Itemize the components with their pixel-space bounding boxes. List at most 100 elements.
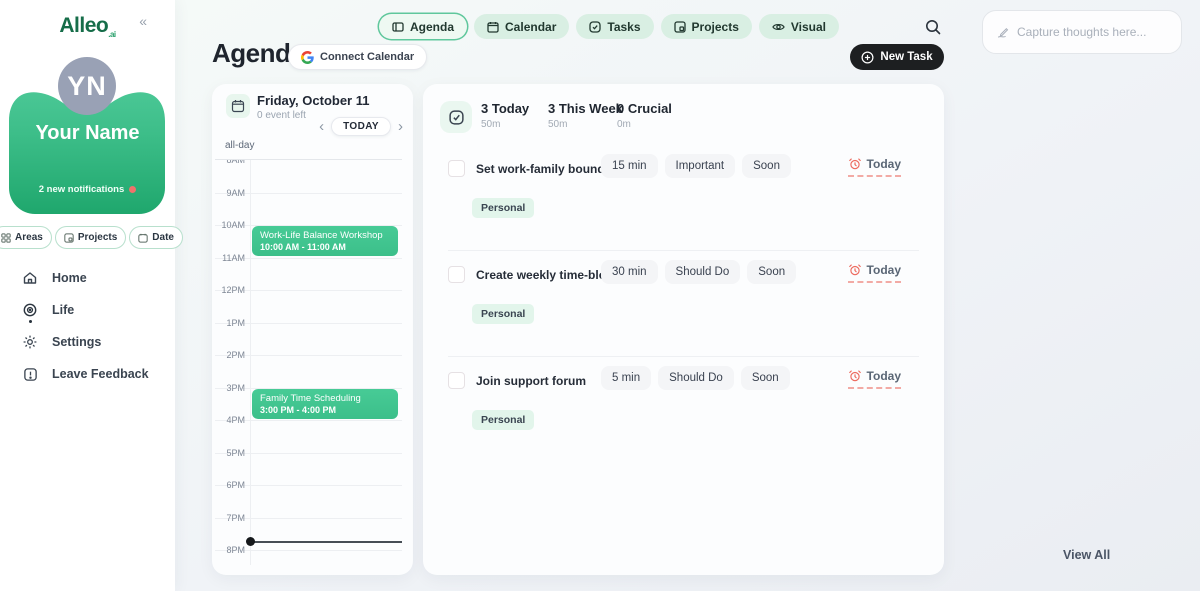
hour-label: 5PM [215, 448, 245, 458]
task-row: Set work-family boundaries 15 min Import… [448, 154, 919, 250]
calendar-grid: 8AM 9AM 10AM 11AM 12PM 1PM 2PM 3PM 4PM 5… [215, 140, 402, 565]
task-checkbox[interactable] [448, 160, 465, 177]
date-label: Date [152, 232, 174, 243]
connect-calendar-label: Connect Calendar [320, 51, 414, 63]
task-checkbox[interactable] [448, 372, 465, 389]
areas-button[interactable]: Areas [0, 226, 52, 249]
stat-crucial: 0 Crucial 0m [617, 101, 672, 130]
urgency-chip[interactable]: Soon [747, 260, 796, 284]
sidebar-item-settings[interactable]: Settings [22, 326, 149, 358]
task-checkbox[interactable] [448, 266, 465, 283]
duration-chip[interactable]: 30 min [601, 260, 658, 284]
stat-today-value: 3 Today [481, 101, 529, 116]
sidebar-collapse-icon[interactable]: « [139, 13, 147, 29]
logo-suffix: .ai [108, 30, 115, 39]
tab-calendar[interactable]: Calendar [474, 14, 569, 39]
new-task-button[interactable]: New Task [850, 44, 944, 70]
task-chips: 30 min Should Do Soon [601, 260, 796, 284]
main-tabs: Agenda Calendar Tasks Projects Visual [379, 14, 839, 39]
due-date[interactable]: Today [848, 369, 901, 389]
event-title: Work-Life Balance Workshop [260, 230, 390, 241]
capture-thoughts-input[interactable] [1017, 25, 1167, 39]
user-card-body [9, 136, 165, 214]
date-calendar-icon [138, 233, 148, 243]
event-time: 3:00 PM - 4:00 PM [260, 405, 390, 415]
personal-tag[interactable]: Personal [472, 304, 534, 324]
hour-label: 4PM [215, 415, 245, 425]
priority-chip[interactable]: Should Do [665, 260, 741, 284]
settings-label: Settings [52, 335, 101, 349]
sidebar: Alleo.ai « YN Your Name 2 new notificati… [0, 0, 175, 591]
check-square-icon [448, 109, 465, 126]
connect-calendar-button[interactable]: Connect Calendar [288, 44, 427, 70]
projects-button[interactable]: Projects [55, 226, 126, 249]
alarm-icon [848, 369, 862, 383]
app-logo: Alleo.ai [0, 14, 175, 39]
tasks-panel: 3 Today 50m 3 This Week 50m 0 Crucial 0m… [423, 84, 944, 575]
calendar-day-icon [231, 99, 245, 113]
active-nav-dot [29, 320, 32, 323]
duration-chip[interactable]: 5 min [601, 366, 651, 390]
pen-icon [997, 26, 1009, 39]
avatar[interactable]: YN [58, 57, 116, 115]
google-icon [301, 51, 314, 64]
prev-day-chevron[interactable]: ‹ [319, 119, 324, 134]
new-task-label: New Task [880, 51, 932, 63]
hour-label: 3PM [215, 383, 245, 393]
hour-label: 12PM [215, 285, 245, 295]
urgency-chip[interactable]: Soon [741, 366, 790, 390]
current-time-dot[interactable] [246, 537, 255, 546]
plus-circle-icon [861, 51, 874, 64]
hour-label: 10AM [215, 220, 245, 230]
hour-label: 1PM [215, 318, 245, 328]
sidebar-item-life[interactable]: Life [22, 294, 149, 326]
view-all-link[interactable]: View All [1063, 548, 1110, 562]
life-target-icon [22, 302, 38, 318]
stat-week-sub: 50m [548, 119, 623, 130]
capture-thoughts-box [982, 10, 1182, 54]
alarm-icon [848, 263, 862, 277]
calendar-panel: Friday, October 11 0 event left ‹ TODAY … [212, 84, 413, 575]
task-chips: 15 min Important Soon [601, 154, 791, 178]
feedback-icon [22, 367, 38, 382]
duration-chip[interactable]: 15 min [601, 154, 658, 178]
urgency-chip[interactable]: Soon [742, 154, 791, 178]
personal-tag[interactable]: Personal [472, 410, 534, 430]
search-icon[interactable] [924, 18, 944, 38]
event-family-time[interactable]: Family Time Scheduling 3:00 PM - 4:00 PM [252, 389, 398, 419]
events-left-text: 0 event left [257, 110, 306, 121]
tab-projects[interactable]: Projects [661, 14, 752, 39]
hour-label: 6PM [215, 480, 245, 490]
user-name: Your Name [0, 122, 175, 145]
sidebar-item-feedback[interactable]: Leave Feedback [22, 358, 149, 390]
event-work-life-balance[interactable]: Work-Life Balance Workshop 10:00 AM - 11… [252, 226, 398, 256]
all-day-label: all-day [225, 140, 254, 151]
all-day-row: all-day [215, 140, 402, 160]
notifications-text[interactable]: 2 new notifications [0, 184, 175, 195]
alarm-icon [848, 157, 862, 171]
priority-chip[interactable]: Important [665, 154, 736, 178]
tab-visual[interactable]: Visual [759, 14, 839, 39]
date-button[interactable]: Date [129, 226, 183, 249]
due-date[interactable]: Today [848, 263, 901, 283]
tab-calendar-label: Calendar [505, 20, 556, 34]
sidebar-item-home[interactable]: Home [22, 262, 149, 294]
personal-tag[interactable]: Personal [472, 198, 534, 218]
tab-tasks-label: Tasks [607, 20, 640, 34]
sidebar-filters: Areas Projects Date [6, 226, 169, 249]
today-button[interactable]: TODAY [331, 117, 391, 136]
stat-crucial-value: 0 Crucial [617, 101, 672, 116]
tab-tasks[interactable]: Tasks [576, 14, 653, 39]
life-label: Life [52, 303, 74, 317]
task-title[interactable]: Join support forum [476, 374, 586, 388]
calendar-icon [487, 21, 499, 33]
priority-chip[interactable]: Should Do [658, 366, 734, 390]
projects-label: Projects [78, 232, 117, 243]
tab-agenda[interactable]: Agenda [379, 14, 467, 39]
grid-vertical-line [250, 140, 251, 565]
event-time: 10:00 AM - 11:00 AM [260, 242, 390, 252]
due-date[interactable]: Today [848, 157, 901, 177]
hour-label: 9AM [215, 188, 245, 198]
next-day-chevron[interactable]: › [398, 119, 403, 134]
home-icon [22, 270, 38, 286]
